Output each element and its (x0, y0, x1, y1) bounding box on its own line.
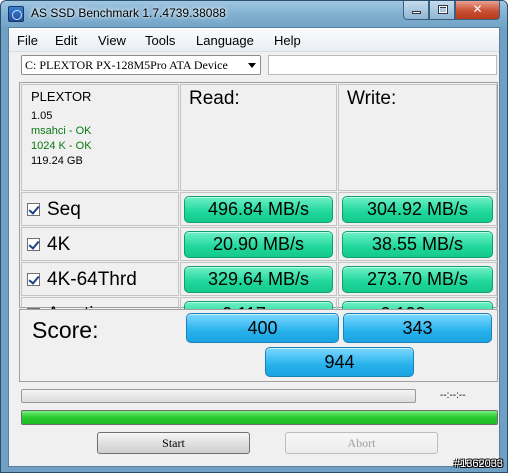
4k-64thrd-checkbox[interactable] (27, 273, 40, 286)
seq-checkbox[interactable] (27, 203, 40, 216)
drive-model: PLEXTOR (31, 89, 92, 104)
menu-file[interactable]: File (17, 33, 38, 48)
score-panel: Score: 400 343 944 (19, 309, 498, 382)
score-write-value: 343 (343, 313, 492, 343)
write-header: Write: (338, 84, 497, 191)
row-label: Seq (47, 199, 81, 220)
menu-help[interactable]: Help (274, 33, 301, 48)
row-4k-64thrd: 4K-64Thrd (21, 262, 179, 296)
4k-checkbox[interactable] (27, 238, 40, 251)
overall-progress-bar (21, 410, 498, 425)
score-label: Score: (32, 317, 99, 343)
menu-tools[interactable]: Tools (145, 33, 175, 48)
elapsed-time: --:--:-- (440, 390, 466, 401)
drive-capacity: 119.24 GB (31, 155, 83, 167)
title-bar[interactable]: AS SSD Benchmark 1.7.4739.38088 ✕ (1, 1, 507, 27)
chevron-down-icon (248, 63, 256, 68)
client-area: File Edit View Tools Language Help C: PL… (8, 27, 500, 467)
results-grid: PLEXTOR 1.05 msahci - OK 1024 K - OK 119… (19, 82, 498, 331)
drive-info: PLEXTOR 1.05 msahci - OK 1024 K - OK 119… (21, 84, 179, 191)
4k-write-cell: 38.55 MB/s (338, 227, 497, 261)
watermark: #1362033 (454, 458, 503, 470)
row-label: 4K-64Thrd (47, 269, 137, 290)
drive-firmware: 1.05 (31, 110, 53, 122)
seq-read-value: 496.84 MB/s (184, 196, 333, 223)
4k-write-value: 38.55 MB/s (342, 231, 493, 258)
menu-language[interactable]: Language (196, 33, 254, 48)
score-total-value: 944 (265, 347, 414, 377)
status-box (268, 55, 497, 75)
app-icon (8, 6, 24, 22)
row-label: 4K (47, 234, 71, 255)
4k-64thrd-write-cell: 273.70 MB/s (338, 262, 497, 296)
4k-64thrd-read-cell: 329.64 MB/s (180, 262, 337, 296)
menu-edit[interactable]: Edit (55, 33, 77, 48)
4k-read-cell: 20.90 MB/s (180, 227, 337, 261)
menu-view[interactable]: View (98, 33, 126, 48)
as-ssd-window: AS SSD Benchmark 1.7.4739.38088 ✕ File E… (0, 0, 508, 473)
drive-driver: msahci - OK (31, 125, 92, 137)
seq-write-cell: 304.92 MB/s (338, 192, 497, 226)
close-button[interactable]: ✕ (455, 1, 500, 20)
start-button[interactable]: Start (97, 432, 250, 454)
4k-64thrd-write-value: 273.70 MB/s (342, 266, 493, 293)
score-read-value: 400 (186, 313, 339, 343)
row-seq: Seq (21, 192, 179, 226)
read-header-label: Read: (189, 88, 240, 109)
4k-64thrd-read-value: 329.64 MB/s (184, 266, 333, 293)
minimize-icon (412, 11, 421, 14)
abort-button[interactable]: Abort (285, 432, 438, 454)
window-title: AS SSD Benchmark 1.7.4739.38088 (31, 6, 226, 20)
drive-alignment: 1024 K - OK (31, 140, 92, 152)
read-header: Read: (180, 84, 337, 191)
overall-progress-fill (22, 411, 497, 424)
close-icon: ✕ (472, 2, 483, 16)
seq-write-value: 304.92 MB/s (342, 196, 493, 223)
menu-bar: File Edit View Tools Language Help (9, 28, 499, 52)
seq-read-cell: 496.84 MB/s (180, 192, 337, 226)
maximize-button[interactable] (429, 1, 455, 20)
drive-select[interactable]: C: PLEXTOR PX-128M5Pro ATA Device (21, 55, 261, 75)
drive-select-value: C: PLEXTOR PX-128M5Pro ATA Device (25, 58, 228, 72)
maximize-icon (438, 5, 448, 14)
minimize-button[interactable] (403, 1, 429, 20)
test-progress-bar (21, 389, 416, 403)
4k-read-value: 20.90 MB/s (184, 231, 333, 258)
row-4k: 4K (21, 227, 179, 261)
write-header-label: Write: (347, 88, 397, 109)
